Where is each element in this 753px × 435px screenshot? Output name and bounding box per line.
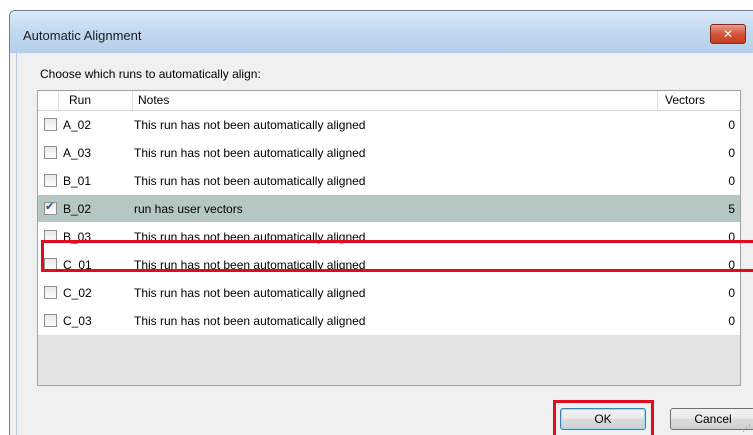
row-checkbox[interactable] (44, 286, 57, 299)
runs-list: Run Notes Vectors A_02 This run has not … (37, 90, 741, 386)
run-vectors: 0 (728, 174, 735, 188)
resize-grip-icon[interactable]: ⋰ (742, 423, 752, 433)
run-vectors: 0 (728, 118, 735, 132)
run-name: A_02 (63, 118, 92, 132)
run-notes: This run has not been automatically alig… (134, 314, 366, 328)
run-name: B_02 (63, 202, 92, 216)
close-button[interactable]: ✕ (710, 24, 746, 44)
dialog-content: Choose which runs to automatically align… (16, 53, 753, 435)
table-row[interactable]: A_03 This run has not been automatically… (38, 139, 740, 167)
run-name: B_03 (63, 230, 92, 244)
table-row[interactable]: C_03 This run has not been automatically… (38, 307, 740, 335)
table-row[interactable]: B_03 This run has not been automatically… (38, 223, 740, 251)
ok-button[interactable]: OK (560, 408, 646, 430)
header-run[interactable]: Run (59, 91, 133, 110)
run-vectors: 0 (728, 258, 735, 272)
automatic-alignment-dialog: Automatic Alignment ✕ Choose which runs … (9, 10, 753, 435)
list-rows: A_02 This run has not been automatically… (38, 111, 740, 335)
run-name: B_01 (63, 174, 92, 188)
run-name: C_03 (63, 314, 92, 328)
list-header: Run Notes Vectors (38, 91, 740, 111)
run-notes: This run has not been automatically alig… (134, 174, 366, 188)
row-checkbox[interactable] (44, 230, 57, 243)
run-name: C_01 (63, 258, 92, 272)
instruction-label: Choose which runs to automatically align… (40, 67, 261, 81)
run-notes: This run has not been automatically alig… (134, 230, 366, 244)
dialog-title: Automatic Alignment (23, 28, 142, 43)
run-notes: This run has not been automatically alig… (134, 146, 366, 160)
title-bar[interactable]: Automatic Alignment ✕ (10, 11, 753, 53)
table-row[interactable]: A_02 This run has not been automatically… (38, 111, 740, 139)
run-notes: This run has not been automatically alig… (134, 258, 366, 272)
run-notes: This run has not been automatically alig… (134, 118, 366, 132)
table-row[interactable]: B_01 This run has not been automatically… (38, 167, 740, 195)
row-checkbox[interactable] (44, 146, 57, 159)
table-row[interactable]: C_01 This run has not been automatically… (38, 251, 740, 279)
row-checkbox[interactable] (44, 174, 57, 187)
header-checkbox-column[interactable] (38, 91, 59, 110)
header-notes[interactable]: Notes (134, 91, 658, 110)
close-icon: ✕ (722, 27, 734, 41)
run-name: C_02 (63, 286, 92, 300)
cancel-button[interactable]: Cancel (670, 408, 753, 430)
run-notes: This run has not been automatically alig… (134, 286, 366, 300)
run-vectors: 0 (728, 146, 735, 160)
run-vectors: 0 (728, 230, 735, 244)
table-row[interactable]: C_02 This run has not been automatically… (38, 279, 740, 307)
row-checkbox[interactable] (44, 118, 57, 131)
run-vectors: 5 (728, 202, 735, 216)
table-row-selected[interactable]: B_02 run has user vectors 5 (38, 195, 740, 223)
run-notes: run has user vectors (134, 202, 243, 216)
row-checkbox[interactable] (44, 314, 57, 327)
header-vectors[interactable]: Vectors (659, 91, 740, 110)
run-vectors: 0 (728, 314, 735, 328)
row-checkbox[interactable] (44, 258, 57, 271)
run-name: A_03 (63, 146, 92, 160)
row-checkbox-checked[interactable] (44, 200, 57, 215)
run-vectors: 0 (728, 286, 735, 300)
